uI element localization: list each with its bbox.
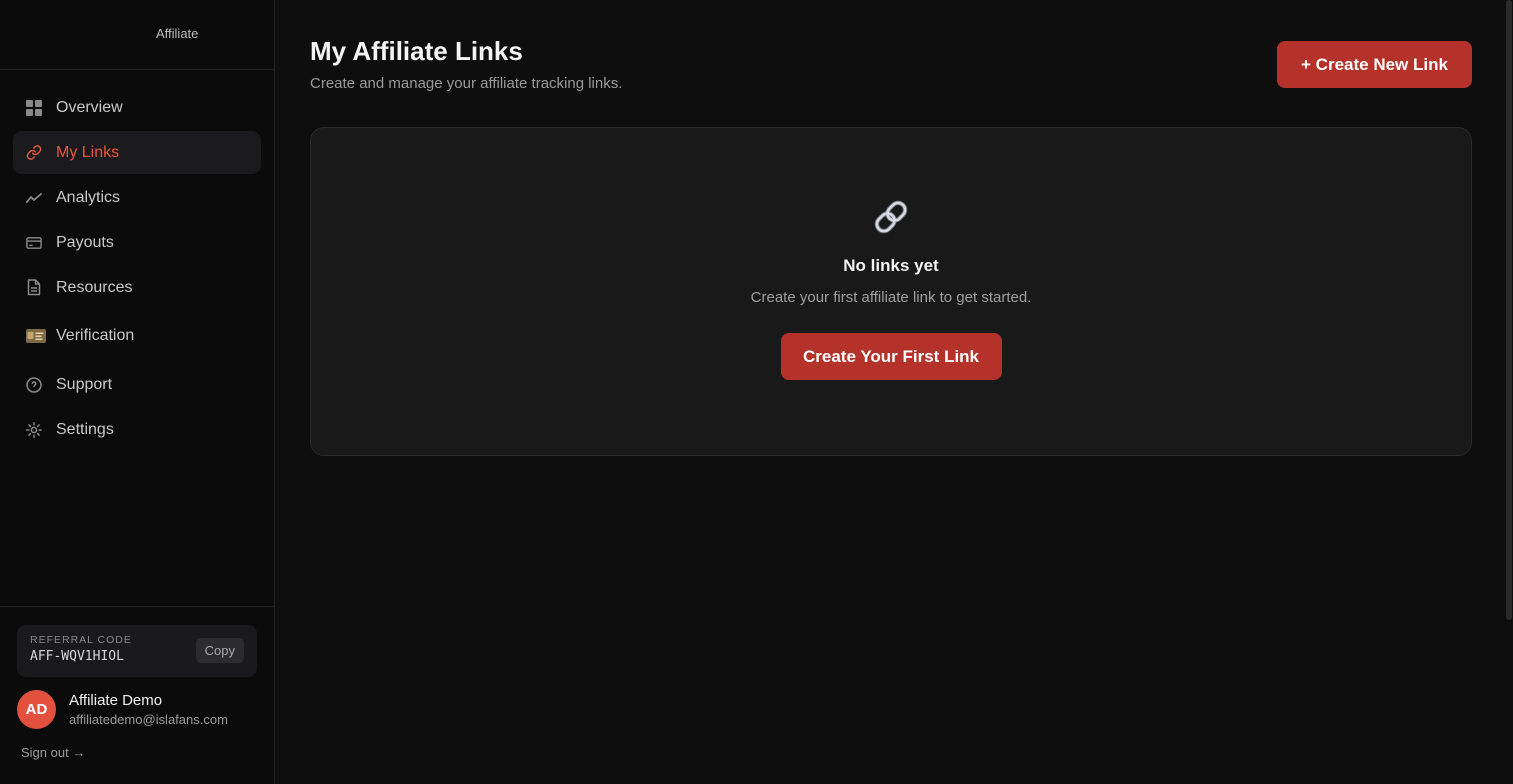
sidebar-item-label: Settings xyxy=(56,420,114,438)
card-icon xyxy=(26,235,42,251)
user-email: affiliatedemo@islafans.com xyxy=(69,712,228,727)
sidebar-item-label: Verification xyxy=(56,327,135,344)
sidebar-item-verification[interactable]: Verification xyxy=(13,311,261,361)
app-root: Affiliate Overview My Links Analytics Pa… xyxy=(0,0,1513,784)
main-content: My Affiliate Links Create and manage you… xyxy=(275,0,1513,784)
sidebar-item-label: Resources xyxy=(56,278,133,296)
sidebar: Affiliate Overview My Links Analytics Pa… xyxy=(0,0,275,784)
link-icon xyxy=(26,145,42,161)
sidebar-item-support[interactable]: Support xyxy=(13,363,261,406)
sidebar-item-payouts[interactable]: Payouts xyxy=(13,221,261,264)
sidebar-item-analytics[interactable]: Analytics xyxy=(13,176,261,219)
sidebar-item-overview[interactable]: Overview xyxy=(13,86,261,129)
sidebar-item-settings[interactable]: Settings xyxy=(13,408,261,451)
sidebar-item-label: Overview xyxy=(56,98,123,116)
sidebar-item-label: Analytics xyxy=(56,188,121,206)
sidebar-item-label: Support xyxy=(56,375,113,393)
user-profile: AD Affiliate Demo affiliatedemo@islafans… xyxy=(17,690,257,729)
id-card-icon xyxy=(26,328,46,344)
user-name: Affiliate Demo xyxy=(69,692,163,709)
sidebar-item-my-links[interactable]: My Links xyxy=(13,131,261,174)
avatar: AD xyxy=(17,690,56,729)
help-circle-icon xyxy=(26,376,42,393)
document-icon xyxy=(26,279,42,296)
scrollbar-thumb[interactable] xyxy=(1506,0,1512,620)
sidebar-item-label: Payouts xyxy=(56,233,114,251)
sidebar-item-resources[interactable]: Resources xyxy=(13,266,261,309)
copy-referral-button[interactable]: Copy xyxy=(195,638,244,663)
sidebar-item-label: My Links xyxy=(56,143,120,161)
brand-label: Affiliate xyxy=(156,26,199,41)
user-info: Affiliate Demo affiliatedemo@islafans.co… xyxy=(69,692,228,727)
gear-icon xyxy=(26,421,42,438)
empty-state-title: No links yet xyxy=(843,256,939,275)
brand-header: Affiliate xyxy=(0,0,274,70)
empty-state-subtitle: Create your first affiliate link to get … xyxy=(750,289,1032,306)
chain-link-icon xyxy=(870,196,912,238)
sidebar-footer: REFERRAL CODE AFF-WQV1HIOL Copy AD Affil… xyxy=(0,606,274,784)
trend-icon xyxy=(26,190,42,206)
sign-out-link[interactable]: Sign out → xyxy=(21,745,85,760)
referral-code-box: REFERRAL CODE AFF-WQV1HIOL Copy xyxy=(17,625,257,677)
empty-state-card: No links yet Create your first affiliate… xyxy=(310,127,1472,456)
create-first-link-button[interactable]: Create Your First Link xyxy=(780,333,1002,380)
scrollbar[interactable] xyxy=(1505,0,1513,784)
create-new-link-button[interactable]: + Create New Link xyxy=(1277,41,1472,88)
sidebar-nav: Overview My Links Analytics Payouts Reso… xyxy=(0,70,274,469)
grid-icon xyxy=(26,99,42,116)
